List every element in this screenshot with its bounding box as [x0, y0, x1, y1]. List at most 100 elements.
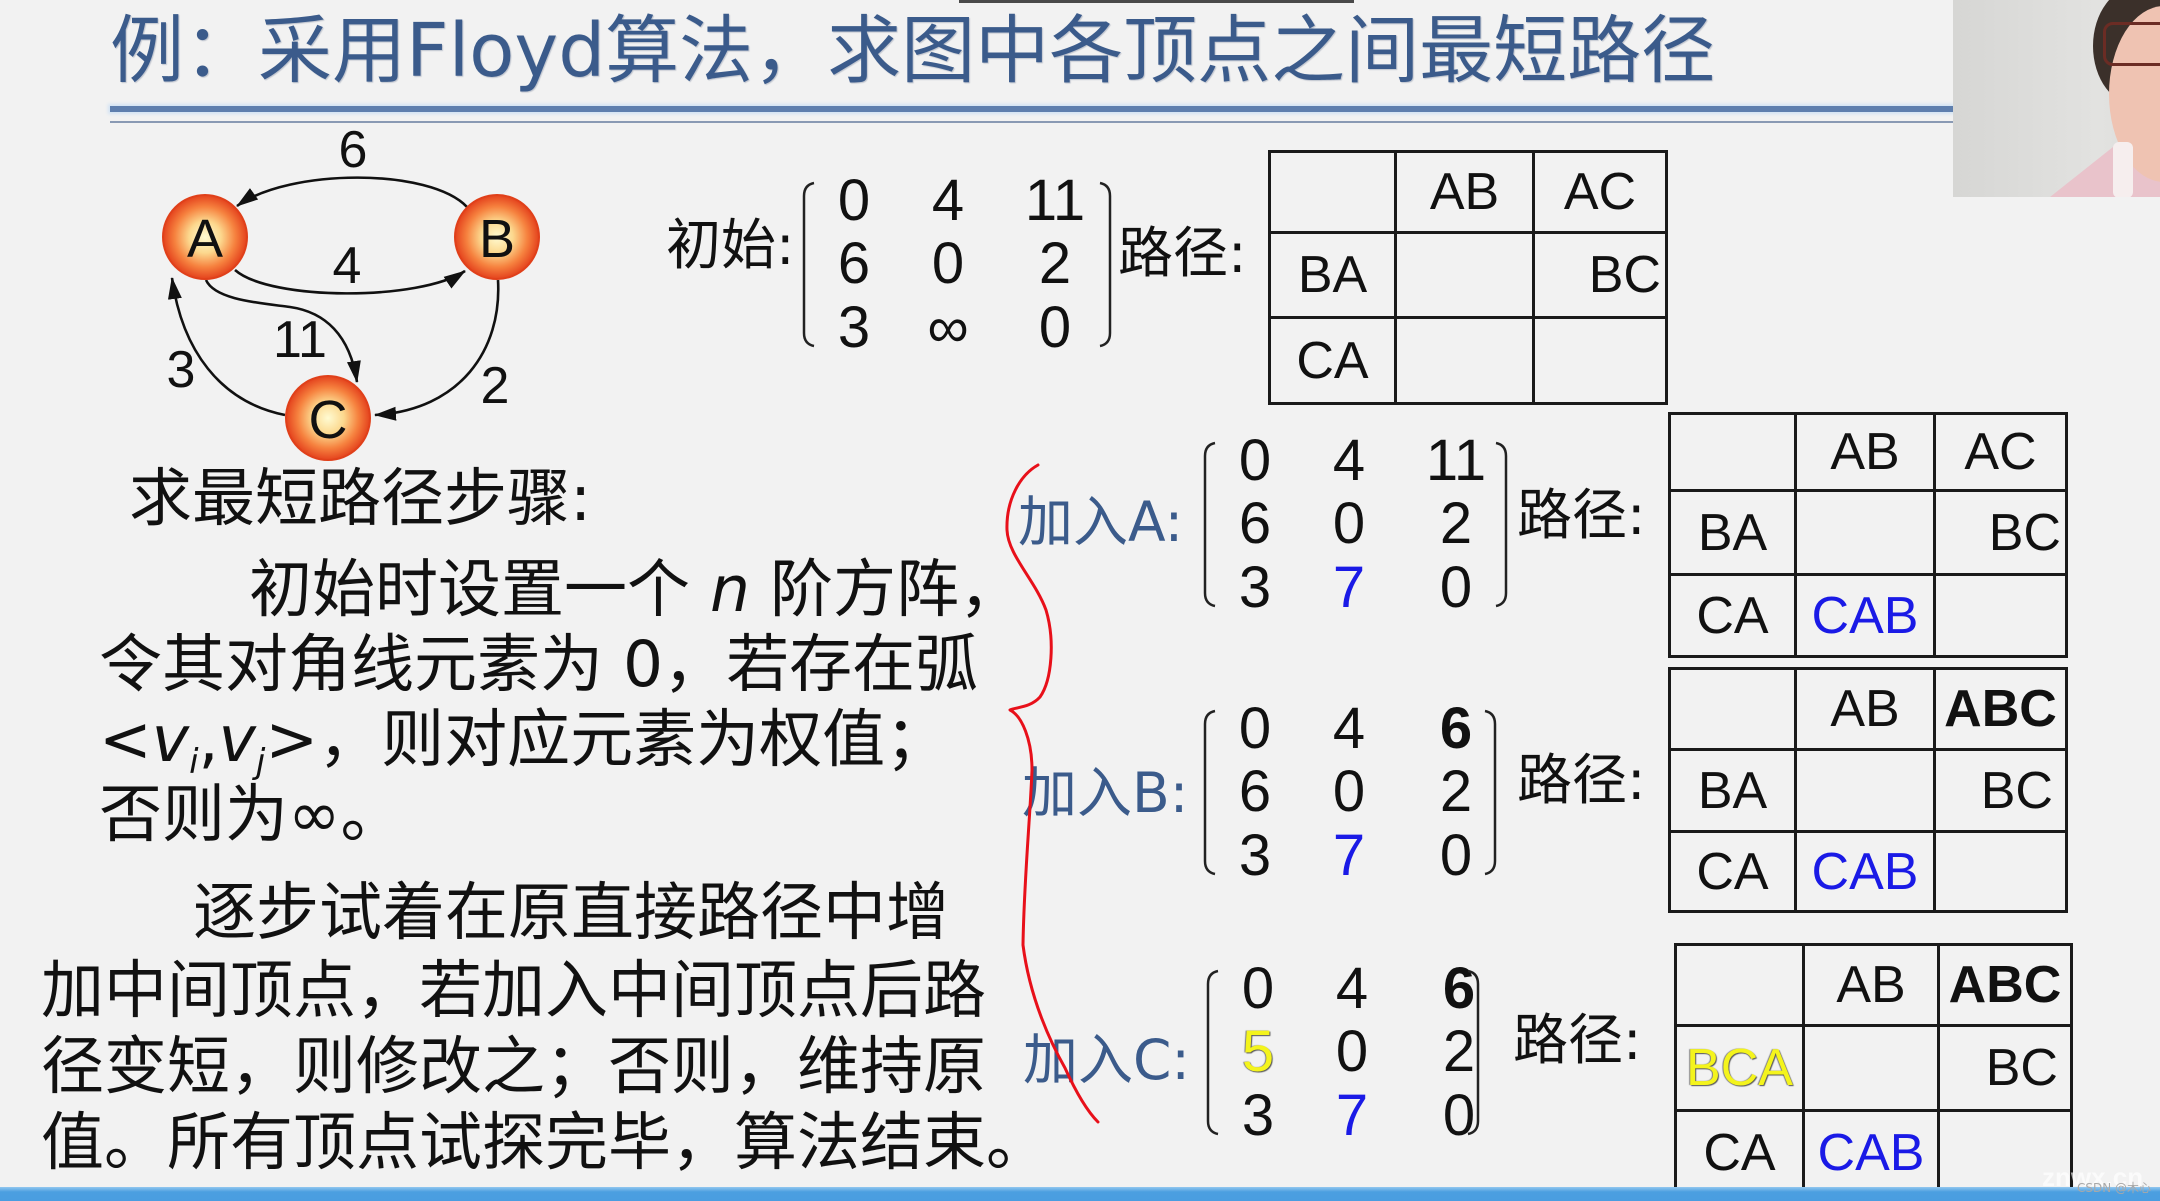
arc-open-bracket: <: [99, 703, 152, 776]
path-cell: BCA: [1674, 1024, 1805, 1112]
graph-node-a: A: [162, 194, 248, 280]
edge-weight-label-b-c: 2: [481, 357, 510, 415]
matrix-cell: 2: [1439, 491, 1473, 556]
subscript-j: j: [255, 742, 266, 782]
matrix-cell: 6: [1238, 491, 1272, 556]
path-cell: AB: [1794, 412, 1936, 492]
path-cell: [1532, 316, 1668, 405]
path-cell: [1394, 231, 1535, 319]
distance-matrix-add-a: 0 4 11 6 0 2 3 7 0: [1202, 431, 1522, 618]
path-cell: BC: [1933, 489, 2068, 576]
lecture-slide: 例：采用Floyd算法，求图中各顶点之间最短路径 6 4 11 3 2 A B …: [0, 0, 2160, 1201]
matrix-cell: 0: [1439, 555, 1473, 620]
path-cell: CA: [1668, 830, 1797, 913]
distance-matrix-initial: 0 4 11 6 0 2 3 ∞ 0: [801, 171, 1121, 358]
path-label-add-c: 路径:: [1513, 1008, 1642, 1072]
path-cell: BC: [1933, 748, 2068, 833]
path-cell: AB: [1394, 150, 1535, 234]
arc-close-bracket: >: [265, 703, 319, 776]
path-table-add-c: AB ABC BCA BC CA CAB: [1674, 943, 2073, 1196]
steps-paragraph2-line1: 逐步试着在原直接路径中增: [193, 876, 949, 949]
matrix-cell: 0: [1335, 1019, 1369, 1084]
steps-paragraph1-line1: 初始时设置一个 n 阶方阵，: [249, 555, 1022, 625]
steps-paragraph2-line4: 值。所有顶点试探完毕，算法结束。: [41, 1106, 1049, 1179]
path-cell: BA: [1668, 748, 1797, 833]
matrix-cell: 0: [1038, 295, 1072, 360]
matrix-cell: 4: [931, 168, 965, 233]
stage-label-add-b: 加入B:: [1022, 761, 1189, 825]
watermark-credit: CSDN @木心: [2077, 1181, 2152, 1195]
matrix-cell: 6: [1442, 956, 1476, 1021]
graph-node-c: C: [285, 375, 371, 461]
stage-label-add-c: 加入C:: [1023, 1028, 1190, 1092]
path-cell: [1933, 573, 2068, 658]
node-label: B: [479, 209, 515, 269]
text-fragment: 初始时设置一个: [249, 553, 711, 626]
subscript-i: i: [189, 742, 199, 782]
matrix-cell: 7: [1335, 1083, 1369, 1148]
path-table-add-a: AB AC BA BC CA CAB: [1668, 412, 2068, 658]
variable-v: v: [218, 703, 256, 776]
matrix-cell: 0: [1332, 491, 1366, 556]
path-cell: AB: [1794, 667, 1936, 751]
steps-paragraph1-line3: <vi,vj>，则对应元素为权值；: [99, 703, 949, 780]
graph-node-b: B: [454, 194, 540, 280]
presenter-webcam-overlay: [1953, 0, 2160, 197]
distance-matrix-add-b: 0 4 6 6 0 2 3 7 0: [1202, 699, 1522, 886]
path-cell: CAB: [1794, 573, 1936, 658]
bottom-blue-bar: [0, 1187, 2160, 1201]
title-underline-thick: [110, 106, 1953, 112]
presenter-glasses: [2103, 22, 2160, 66]
path-cell: [1802, 1024, 1940, 1112]
path-cell: [1794, 489, 1936, 576]
presenter-collar: [2113, 142, 2133, 197]
matrix-cell: 11: [1024, 168, 1086, 233]
path-cell: CAB: [1794, 830, 1936, 913]
path-cell: BC: [1532, 231, 1668, 319]
node-label: A: [187, 209, 223, 269]
node-label: C: [309, 390, 348, 450]
path-label-initial: 路径:: [1118, 221, 1247, 285]
path-cell: [1394, 316, 1535, 405]
matrix-right-bracket: [1099, 181, 1112, 348]
path-cell: BA: [1668, 489, 1797, 576]
path-cell: BC: [1937, 1024, 2073, 1112]
slide-title: 例：采用Floyd算法，求图中各顶点之间最短路径: [110, 8, 1716, 94]
path-cell: [1668, 667, 1797, 751]
text-fragment: ，则对应元素为权值；: [318, 703, 949, 776]
matrix-cell: 7: [1332, 555, 1366, 620]
matrix-cell: 0: [1238, 428, 1272, 493]
path-cell: [1933, 830, 2068, 913]
edge-weight-label-a-b: 4: [333, 237, 362, 295]
matrix-right-bracket: [1495, 441, 1508, 608]
matrix-cell: 0: [1332, 759, 1366, 824]
path-cell: CAB: [1802, 1109, 1940, 1196]
matrix-cell: 0: [1241, 956, 1275, 1021]
steps-paragraph1-line2: 令其对角线元素为 0，若存在弧: [99, 628, 979, 701]
path-cell: AC: [1532, 150, 1668, 234]
path-cell: [1268, 150, 1397, 234]
path-table-add-b: AB ABC BA BC CA CAB: [1668, 667, 2068, 913]
directed-graph: 6 4 11 3 2 A B C: [162, 121, 540, 461]
path-label-add-b: 路径:: [1517, 748, 1646, 812]
top-dark-strip: [959, 0, 1354, 3]
matrix-cell: 3: [837, 295, 871, 360]
matrix-cell: 2: [1038, 231, 1072, 296]
matrix-cell: 0: [837, 168, 871, 233]
matrix-right-bracket: [1484, 709, 1497, 876]
arc-separator: ,: [198, 703, 219, 776]
path-cell: [1674, 943, 1805, 1027]
matrix-cell: 2: [1442, 1019, 1476, 1084]
path-cell: [1668, 412, 1797, 492]
matrix-cell: 6: [1238, 759, 1272, 824]
path-cell: ABC: [1933, 667, 2068, 751]
matrix-cell: 5: [1241, 1019, 1275, 1084]
edge-weight-label-c-a: 3: [167, 341, 196, 399]
matrix-cell: 7: [1332, 823, 1366, 888]
matrix-cell: 0: [1442, 1083, 1476, 1148]
path-cell: AC: [1933, 412, 2068, 492]
matrix-right-bracket: [1467, 969, 1480, 1136]
path-cell: CA: [1268, 316, 1397, 405]
path-cell: [1794, 748, 1936, 833]
matrix-cell: 3: [1238, 823, 1272, 888]
